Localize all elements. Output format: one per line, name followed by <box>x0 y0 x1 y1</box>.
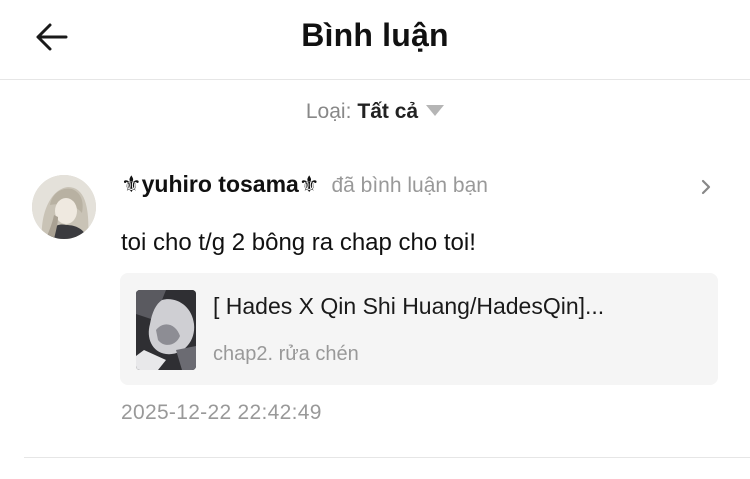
username[interactable]: ⚜yuhiro tosama⚜ <box>121 171 319 197</box>
page-title: Bình luận <box>301 17 449 53</box>
story-thumbnail <box>136 290 196 370</box>
triangle-down-icon <box>426 105 445 116</box>
comment-timestamp: 2025-12-22 22:42:49 <box>121 401 322 424</box>
comment-text: toi cho t/g 2 bông ra chap cho toi! <box>121 229 476 256</box>
story-card[interactable]: [ Hades X Qin Shi Huang/HadesQin]... cha… <box>120 273 718 385</box>
comment-header: ⚜yuhiro tosama⚜ đã bình luận bạn <box>121 171 488 198</box>
filter-bar: Loại: Tất cả <box>0 100 750 124</box>
comment-item[interactable]: ⚜yuhiro tosama⚜ đã bình luận bạn toi cho … <box>0 160 750 458</box>
filter-value: Tất cả <box>357 100 419 123</box>
filter-dropdown[interactable]: Loại: Tất cả <box>305 100 445 124</box>
story-title: [ Hades X Qin Shi Huang/HadesQin]... <box>213 293 605 319</box>
chapter-title: chap2. rửa chén <box>213 343 359 365</box>
divider <box>24 457 750 458</box>
avatar-image <box>32 175 96 239</box>
action-text: đã bình luận bạn <box>331 174 488 197</box>
filter-label: Loại: <box>305 100 352 123</box>
avatar[interactable] <box>32 175 96 239</box>
app-header: Bình luận <box>0 0 750 80</box>
chevron-right-icon[interactable] <box>696 177 716 197</box>
